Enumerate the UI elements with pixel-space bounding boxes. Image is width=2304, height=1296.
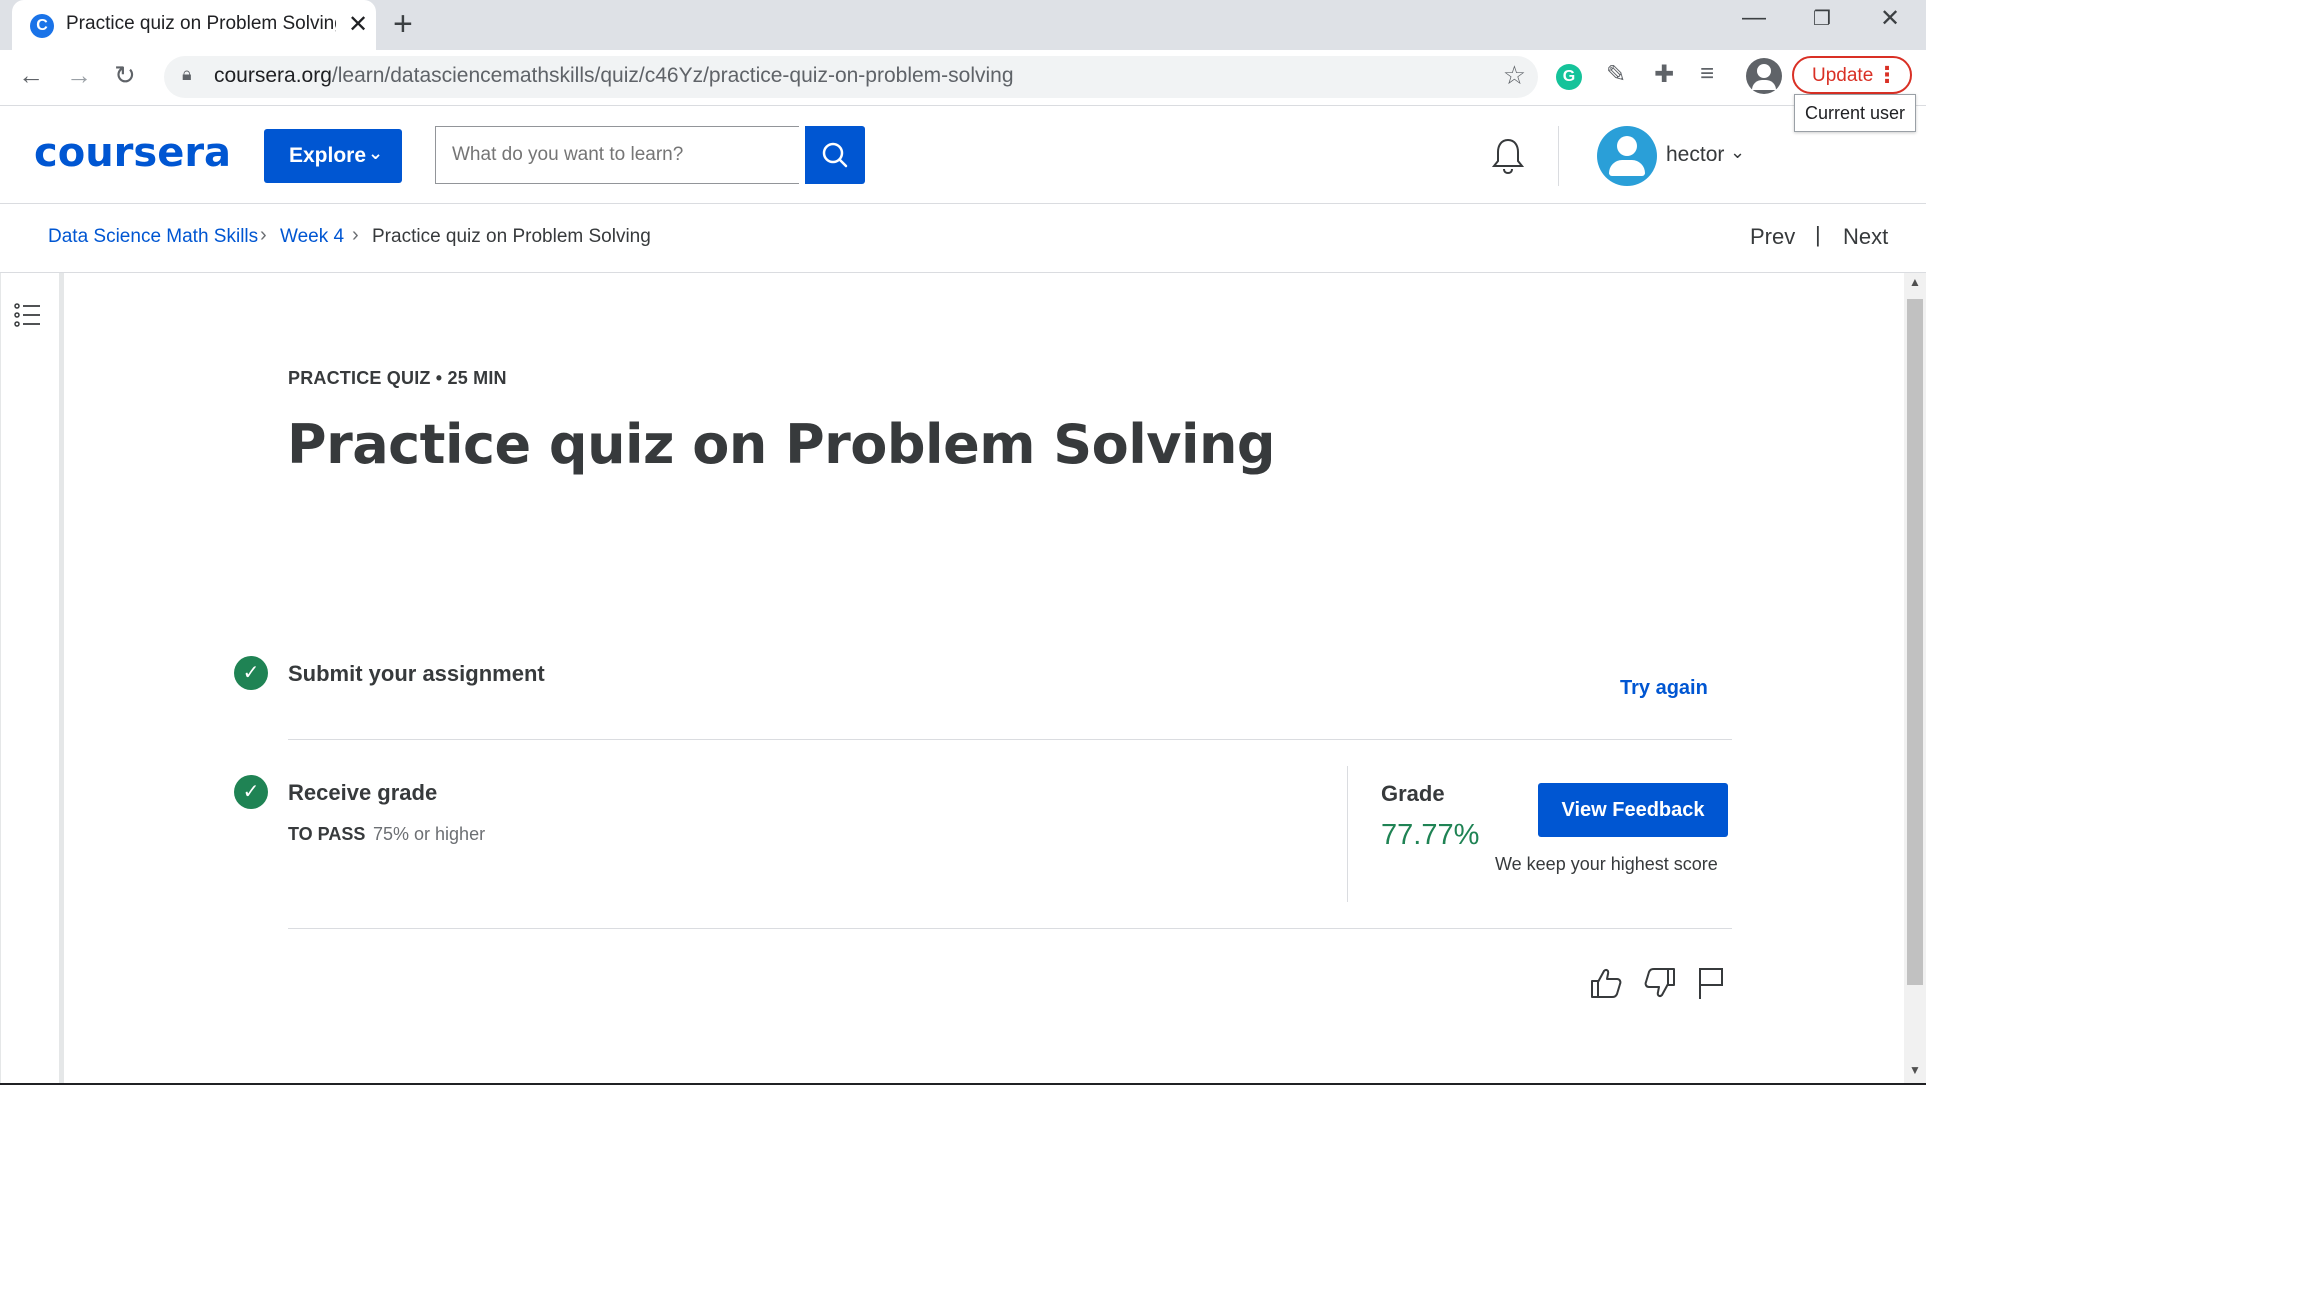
prev-link[interactable]: Prev (1750, 224, 1795, 250)
window-close-icon[interactable]: ✕ (1860, 4, 1920, 33)
search-button[interactable] (805, 126, 865, 184)
update-button[interactable]: Update ⋮ (1792, 56, 1912, 94)
quiz-content: PRACTICE QUIZ • 25 MIN Practice quiz on … (64, 273, 1904, 1083)
thumbs-up-icon[interactable] (1588, 965, 1624, 1009)
username[interactable]: hector (1666, 143, 1724, 167)
chevron-right-icon: › (352, 224, 359, 246)
site-header: coursera Explore ⌄ hector ⌄ (0, 106, 1926, 204)
user-avatar[interactable] (1597, 126, 1657, 186)
scroll-up-icon[interactable]: ▲ (1909, 275, 1921, 289)
grammarly-icon[interactable]: G (1556, 64, 1582, 90)
minimize-icon[interactable]: — (1724, 4, 1784, 32)
course-outline-rail (0, 273, 64, 1083)
breadcrumb-course[interactable]: Data Science Math Skills (48, 226, 258, 248)
scrollbar-thumb[interactable] (1907, 299, 1923, 985)
new-tab-button[interactable]: + (393, 6, 413, 42)
reload-icon[interactable]: ↻ (114, 60, 136, 91)
next-link[interactable]: Next (1843, 224, 1888, 250)
chevron-down-icon[interactable]: ⌄ (1730, 142, 1745, 163)
vertical-divider (1347, 766, 1348, 902)
explore-button[interactable]: Explore ⌄ (264, 129, 402, 183)
notification-bell-icon[interactable] (1490, 136, 1526, 185)
grade-value: 77.77% (1381, 819, 1480, 851)
chevron-down-icon: ⌄ (368, 143, 384, 163)
page-title: Practice quiz on Problem Solving (287, 413, 1276, 476)
browser-tab[interactable]: C Practice quiz on Problem Solving ✕ (12, 0, 376, 50)
list-menu-icon[interactable] (14, 301, 42, 336)
tab-title: Practice quiz on Problem Solving (66, 13, 336, 34)
forward-icon[interactable]: → (66, 60, 92, 91)
bookmark-star-icon[interactable]: ☆ (1503, 60, 1526, 91)
puzzle-icon[interactable]: ✚ (1654, 60, 1674, 89)
restore-icon[interactable]: ❐ (1792, 6, 1852, 31)
thumbs-down-icon[interactable] (1642, 965, 1678, 1009)
divider (288, 928, 1732, 929)
nav-separator: | (1815, 222, 1821, 247)
coursera-logo[interactable]: coursera (34, 130, 231, 176)
step-grade-title: Receive grade (288, 780, 438, 805)
flag-icon[interactable] (1696, 965, 1728, 1009)
search-icon (822, 142, 848, 168)
breadcrumb-week[interactable]: Week 4 (280, 226, 344, 248)
browser-toolbar: ← → ↻ 🔒︎ coursera.org/learn/datasciencem… (0, 50, 1926, 106)
breadcrumb: Data Science Math Skills › Week 4 › Prac… (0, 204, 1926, 273)
scrollbar[interactable]: ▲ ▼ (1904, 273, 1926, 1083)
more-icon: ⋮ (1876, 62, 1898, 87)
view-feedback-button[interactable]: View Feedback (1538, 783, 1728, 837)
tab-close-icon[interactable]: ✕ (348, 10, 368, 39)
coursera-favicon-icon: C (30, 14, 54, 38)
step-submit-title: Submit your assignment (288, 661, 545, 686)
address-bar[interactable]: 🔒︎ coursera.org/learn/datasciencemathski… (164, 56, 1538, 98)
lock-icon: 🔒︎ (182, 64, 192, 84)
scroll-down-icon[interactable]: ▼ (1909, 1063, 1921, 1077)
grade-label: Grade (1381, 781, 1445, 806)
breadcrumb-current: Practice quiz on Problem Solving (372, 226, 651, 247)
profile-icon[interactable] (1746, 58, 1782, 94)
tab-strip: C Practice quiz on Problem Solving ✕ + —… (0, 0, 1926, 50)
to-pass-label: TO PASS (288, 824, 366, 844)
check-circle-icon: ✓ (234, 656, 268, 690)
header-divider (1558, 126, 1559, 186)
url-text: coursera.org/learn/datasciencemathskills… (214, 64, 1014, 87)
highest-score-note: We keep your highest score (1495, 854, 1718, 874)
media-icon[interactable]: ≡ (1700, 60, 1714, 88)
back-icon[interactable]: ← (18, 60, 44, 91)
to-pass-value: 75% or higher (373, 824, 486, 844)
quiz-kicker: PRACTICE QUIZ • 25 MIN (288, 368, 507, 388)
chevron-right-icon: › (260, 224, 267, 246)
search-input[interactable] (435, 126, 799, 184)
try-again-link[interactable]: Try again (1620, 677, 1708, 700)
divider (288, 739, 1732, 740)
check-circle-icon: ✓ (234, 775, 268, 809)
browser-window: C Practice quiz on Problem Solving ✕ + —… (0, 0, 1926, 1085)
tooltip: Current user (1794, 94, 1916, 132)
eyedropper-icon[interactable]: ✎ (1606, 60, 1626, 89)
